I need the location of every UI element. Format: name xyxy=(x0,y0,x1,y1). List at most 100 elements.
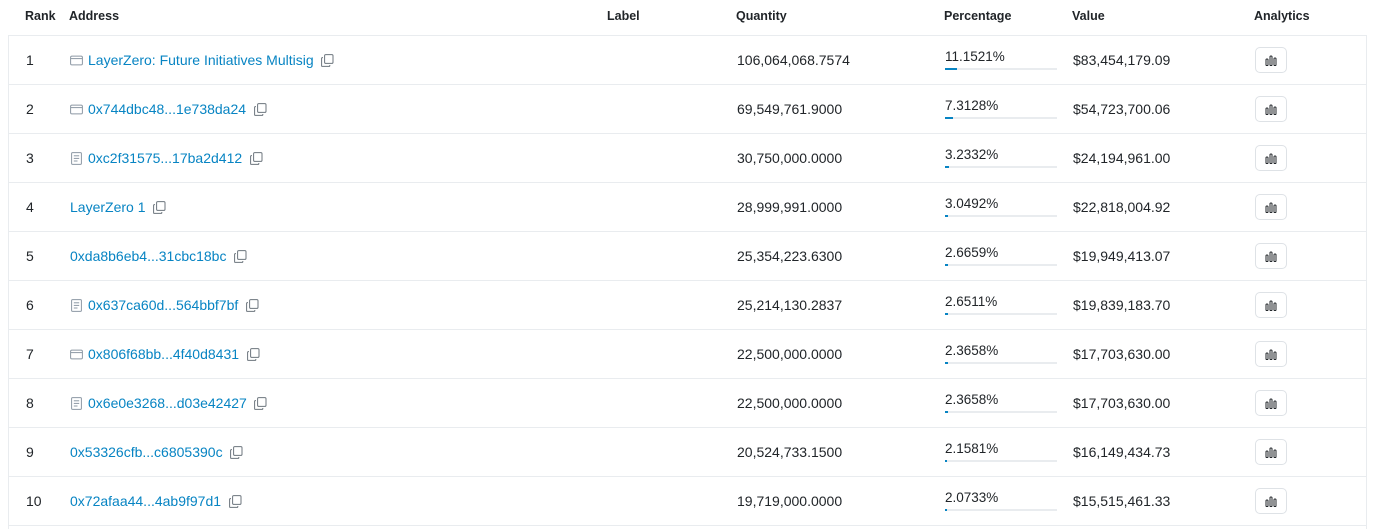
percentage-bar xyxy=(945,165,1057,168)
quantity-cell: 30,750,000.0000 xyxy=(737,150,843,166)
copy-icon[interactable] xyxy=(249,151,263,165)
holder-address-link[interactable]: 0x806f68bb...4f40d8431 xyxy=(88,346,239,362)
holder-address-link[interactable]: 0x637ca60d...564bbf7bf xyxy=(88,297,238,313)
percentage-text: 2.0733% xyxy=(945,489,999,505)
percentage-cell: 2.3658% xyxy=(945,330,1057,378)
bar-chart-icon xyxy=(1265,349,1277,360)
table-row: 5 0xda8b6eb4...31cbc18bc 25,354,223.6300 2.… xyxy=(9,232,1366,281)
address-cell: LayerZero: Future Initiatives Multisig xyxy=(70,36,335,84)
analytics-button[interactable] xyxy=(1255,194,1287,220)
percentage-text: 2.1581% xyxy=(945,440,999,456)
copy-icon[interactable] xyxy=(253,102,267,116)
rank-cell: 7 xyxy=(26,346,34,362)
bar-chart-icon xyxy=(1265,398,1277,409)
holder-address-link[interactable]: 0x6e0e3268...d03e42427 xyxy=(88,395,247,411)
header-analytics: Analytics xyxy=(1254,9,1310,23)
rank-cell: 3 xyxy=(26,150,34,166)
table-row: 1 LayerZero: Future Initiatives Multisig 1… xyxy=(9,36,1366,85)
quantity-cell: 19,719,000.0000 xyxy=(737,493,843,509)
percentage-bar-fill xyxy=(945,214,948,217)
percentage-bar xyxy=(945,214,1057,217)
value-cell: $19,839,183.70 xyxy=(1073,297,1171,313)
value-cell: $54,723,700.06 xyxy=(1073,101,1171,117)
percentage-bar xyxy=(945,459,1057,462)
value-cell: $24,194,961.00 xyxy=(1073,150,1171,166)
quantity-cell: 20,524,733.1500 xyxy=(737,444,843,460)
analytics-cell xyxy=(1255,379,1287,427)
analytics-button[interactable] xyxy=(1255,292,1287,318)
contract-icon xyxy=(70,298,83,312)
percentage-text: 3.2332% xyxy=(945,146,999,162)
holder-address-link[interactable]: 0x744dbc48...1e738da24 xyxy=(88,101,246,117)
percentage-text: 2.6511% xyxy=(945,293,998,309)
holder-address-link[interactable]: 0x72afaa44...4ab9f97d1 xyxy=(70,493,221,509)
contract-icon xyxy=(70,396,83,410)
analytics-button[interactable] xyxy=(1255,439,1287,465)
percentage-bar-fill xyxy=(945,410,948,413)
quantity-cell: 69,549,761.9000 xyxy=(737,101,843,117)
address-cell: 0xda8b6eb4...31cbc18bc xyxy=(70,232,247,280)
holder-address-link[interactable]: 0xc2f31575...17ba2d412 xyxy=(88,150,242,166)
percentage-bar-fill xyxy=(945,263,948,266)
rank-cell: 8 xyxy=(26,395,34,411)
analytics-button[interactable] xyxy=(1255,488,1287,514)
analytics-cell xyxy=(1255,134,1287,182)
value-cell: $16,149,434.73 xyxy=(1073,444,1171,460)
copy-icon[interactable] xyxy=(230,445,244,459)
analytics-cell xyxy=(1255,232,1287,280)
address-cell: 0x6e0e3268...d03e42427 xyxy=(70,379,268,427)
address-cell: 0x637ca60d...564bbf7bf xyxy=(70,281,259,329)
quantity-cell: 22,500,000.0000 xyxy=(737,395,843,411)
bar-chart-icon xyxy=(1265,447,1277,458)
copy-icon[interactable] xyxy=(246,347,260,361)
quantity-cell: 25,214,130.2837 xyxy=(737,297,843,313)
analytics-button[interactable] xyxy=(1255,341,1287,367)
copy-icon[interactable] xyxy=(228,494,242,508)
quantity-cell: 25,354,223.6300 xyxy=(737,248,843,264)
percentage-bar xyxy=(945,116,1057,119)
copy-icon[interactable] xyxy=(245,298,259,312)
copy-icon[interactable] xyxy=(233,249,247,263)
bar-chart-icon xyxy=(1265,496,1277,507)
bar-chart-icon xyxy=(1265,153,1277,164)
percentage-cell: 3.0492% xyxy=(945,183,1057,231)
header-quantity: Quantity xyxy=(736,9,787,23)
copy-icon[interactable] xyxy=(254,396,268,410)
copy-icon[interactable] xyxy=(321,53,335,67)
bar-chart-icon xyxy=(1265,104,1277,115)
analytics-button[interactable] xyxy=(1255,96,1287,122)
analytics-button[interactable] xyxy=(1255,145,1287,171)
percentage-cell: 2.3658% xyxy=(945,379,1057,427)
rank-cell: 6 xyxy=(26,297,34,313)
quantity-cell: 106,064,068.7574 xyxy=(737,52,850,68)
value-cell: $83,454,179.09 xyxy=(1073,52,1171,68)
rank-cell: 9 xyxy=(26,444,34,460)
holder-address-link[interactable]: LayerZero: Future Initiatives Multisig xyxy=(88,52,314,68)
header-rank: Rank xyxy=(25,9,56,23)
percentage-bar-fill xyxy=(945,459,947,462)
header-value: Value xyxy=(1072,9,1105,23)
percentage-bar-fill xyxy=(945,361,948,364)
percentage-bar xyxy=(945,361,1057,364)
percentage-bar-fill xyxy=(945,312,948,315)
percentage-bar xyxy=(945,312,1057,315)
quantity-cell: 22,500,000.0000 xyxy=(737,346,843,362)
copy-icon[interactable] xyxy=(152,200,166,214)
percentage-bar-fill xyxy=(945,116,953,119)
table-row: 7 0x806f68bb...4f40d8431 22,500,000.0000 2.… xyxy=(9,330,1366,379)
rank-cell: 1 xyxy=(26,52,34,68)
holder-address-link[interactable]: LayerZero 1 xyxy=(70,199,145,215)
value-cell: $17,703,630.00 xyxy=(1073,395,1171,411)
rank-cell: 10 xyxy=(26,493,42,509)
percentage-text: 2.3658% xyxy=(945,391,999,407)
holder-address-link[interactable]: 0x53326cfb...c6805390c xyxy=(70,444,223,460)
analytics-button[interactable] xyxy=(1255,243,1287,269)
holder-address-link[interactable]: 0xda8b6eb4...31cbc18bc xyxy=(70,248,226,264)
analytics-cell xyxy=(1255,183,1287,231)
rank-cell: 4 xyxy=(26,199,34,215)
bar-chart-icon xyxy=(1265,251,1277,262)
percentage-bar-fill xyxy=(945,165,949,168)
analytics-button[interactable] xyxy=(1255,47,1287,73)
analytics-button[interactable] xyxy=(1255,390,1287,416)
percentage-bar xyxy=(945,410,1057,413)
